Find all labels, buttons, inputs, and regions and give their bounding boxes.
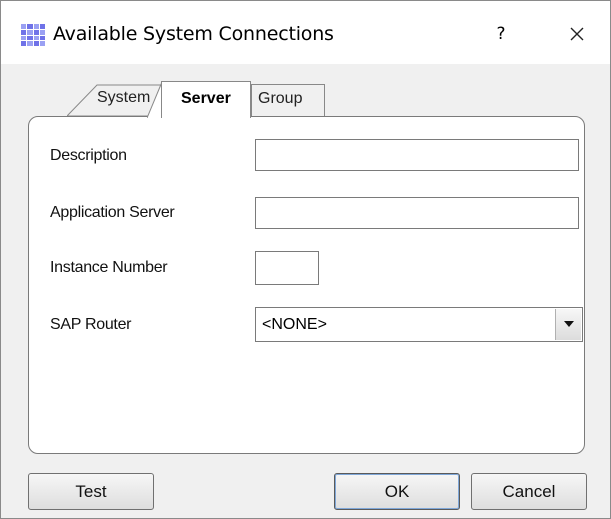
tab-group-label: Group xyxy=(258,90,303,107)
application-server-input[interactable] xyxy=(255,197,579,229)
window-title: Available System Connections xyxy=(53,23,334,45)
instance-number-label: Instance Number xyxy=(50,259,168,276)
description-input[interactable] xyxy=(255,139,579,171)
application-server-label: Application Server xyxy=(50,204,175,221)
dialog-window: Available System Connections ? System Se… xyxy=(0,0,611,519)
instance-number-input[interactable] xyxy=(255,251,319,285)
tab-server[interactable]: Server xyxy=(161,81,251,118)
close-icon xyxy=(570,27,584,41)
tab-system-label: System xyxy=(97,89,151,106)
server-tab-panel: Description Application Server Instance … xyxy=(28,116,585,454)
sap-router-select[interactable]: <NONE> xyxy=(255,307,583,342)
title-bar[interactable]: Available System Connections ? xyxy=(1,1,610,64)
cancel-button[interactable]: Cancel xyxy=(471,473,587,510)
description-label: Description xyxy=(50,147,127,164)
ok-button[interactable]: OK xyxy=(334,473,460,510)
test-button[interactable]: Test xyxy=(28,473,154,510)
sap-router-label: SAP Router xyxy=(50,316,132,333)
sap-router-value: <NONE> xyxy=(262,316,327,333)
tab-group[interactable]: Group xyxy=(251,84,325,116)
close-button[interactable] xyxy=(557,17,597,51)
dropdown-button[interactable] xyxy=(555,309,581,340)
help-button[interactable]: ? xyxy=(481,17,521,51)
chevron-down-icon xyxy=(564,321,574,327)
tab-server-label: Server xyxy=(181,90,231,107)
app-grid-icon xyxy=(21,24,45,46)
